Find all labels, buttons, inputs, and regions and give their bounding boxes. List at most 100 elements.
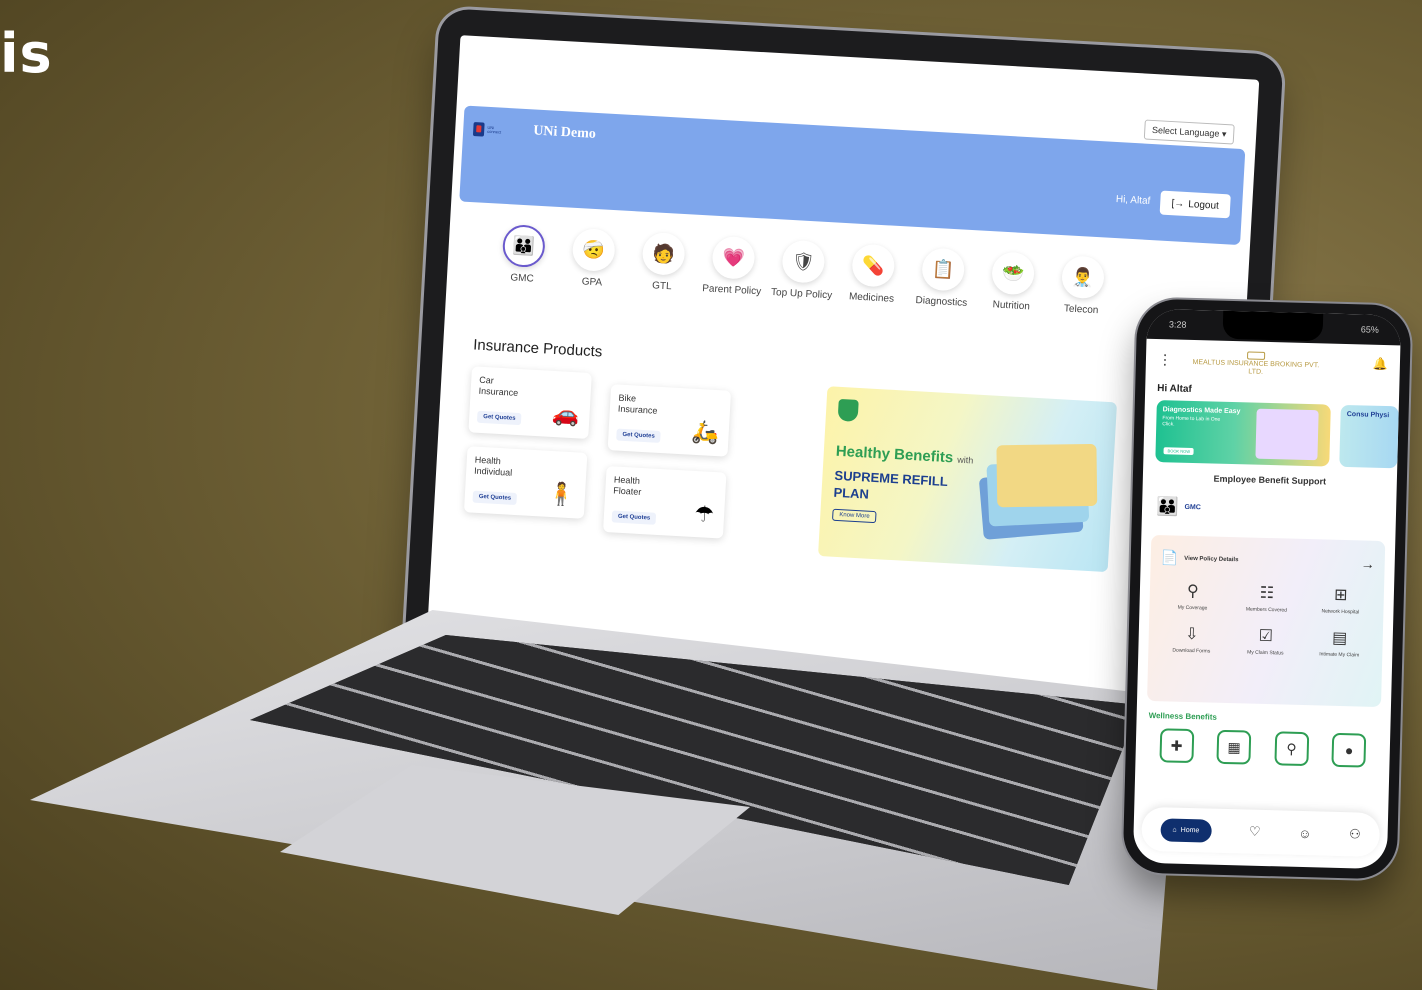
more-menu-icon[interactable]: ⋮ [1158, 351, 1172, 368]
insurance-products-title: Insurance Products [472, 336, 603, 361]
book-now-button[interactable]: BOOK NOW [1163, 447, 1195, 456]
person-icon: 🧑 [641, 231, 686, 277]
claim-status-icon: ☑ [1258, 627, 1274, 646]
category-strip: 👪 GMC 🤕 GPA 🧑 GTL 💗 Parent Policy 🛡 Top Up Po… [487, 223, 1119, 317]
policy-document-icon: 📄 [1160, 549, 1179, 566]
category-gtl[interactable]: 🧑 GTL [627, 231, 700, 294]
category-diagnostics[interactable]: 📋 Diagnostics [906, 247, 979, 310]
banner-headline-main: Healthy Benefits [835, 442, 954, 467]
health-cards-illustration [978, 437, 1100, 540]
heart-icon[interactable]: ♡ [1249, 824, 1261, 840]
logout-label: Logout [1188, 198, 1220, 212]
profile-icon[interactable]: ⚇ [1349, 826, 1361, 842]
app-header: UNi connect UNi Demo Select Language ▾ H… [459, 105, 1246, 246]
get-quotes-button[interactable]: Get Quotes [611, 510, 657, 525]
hospital-icon: ⊞ [1333, 586, 1348, 605]
network-hospital-button[interactable]: ⊞ Network Hospital [1303, 586, 1378, 617]
know-more-button[interactable]: Know More [831, 508, 877, 524]
intimate-my-claim-button[interactable]: ▤ Intimate My Claim [1302, 629, 1377, 660]
download-icon: ⇩ [1184, 625, 1199, 644]
banner-plan: SUPREME REFILL PLAN [833, 467, 948, 502]
my-claim-status-button[interactable]: ☑ My Claim Status [1228, 627, 1303, 658]
item-label: My Claim Status [1247, 649, 1284, 657]
category-label: Nutrition [992, 299, 1031, 313]
status-time: 3:28 [1168, 319, 1187, 330]
phone-banner-carousel[interactable]: Diagnostics Made Easy From Home to Lab i… [1155, 400, 1399, 469]
nutrition-apple-icon[interactable]: ● [1331, 732, 1367, 768]
category-label: Top Up Policy [770, 286, 833, 302]
category-telecon[interactable]: 👨‍⚕️ Telecon [1046, 254, 1119, 317]
bottom-nav: ⌂ Home ♡ ☺ ⚇ [1141, 806, 1381, 858]
app-title: UNi Demo [532, 123, 597, 142]
consult-banner[interactable]: Consu Physi [1339, 404, 1399, 469]
camera-notch [1222, 310, 1324, 342]
language-select-label: Select Language [1151, 124, 1220, 139]
accident-icon: 🤕 [571, 227, 616, 273]
category-label: Medicines [848, 291, 895, 305]
umbrella-family-icon: ☂ [693, 501, 715, 528]
gmc-label: GMC [1184, 503, 1201, 512]
product-card-bike[interactable]: Bike Insurance Get Quotes 🛵 [607, 384, 732, 457]
category-top-up-policy[interactable]: 🛡 Top Up Policy [766, 239, 839, 302]
support-icon[interactable]: ☺ [1298, 825, 1312, 840]
product-name: Car Insurance [478, 374, 519, 398]
members-icon: ☷ [1259, 584, 1275, 603]
hospital-building-icon[interactable]: ▦ [1216, 729, 1252, 765]
get-quotes-button[interactable]: Get Quotes [476, 410, 522, 426]
lab-search-icon[interactable]: ⚲ [1274, 731, 1310, 767]
bell-icon[interactable]: 🔔 [1373, 357, 1388, 371]
category-nutrition[interactable]: 🥗 Nutrition [976, 250, 1049, 313]
category-gmc[interactable]: 👪 GMC [487, 223, 560, 286]
health-person-icon: 🧍 [546, 480, 576, 508]
members-covered-button[interactable]: ☷ Members Covered [1229, 584, 1304, 615]
claim-icon: ▤ [1331, 629, 1348, 648]
product-name: Health Floater [613, 474, 642, 497]
nav-home[interactable]: ⌂ Home [1160, 817, 1212, 843]
report-icon: 📋 [921, 247, 966, 292]
phone-screen: 3:28 65% ⋮ MEALTUS INSURANCE BROKING PVT… [1132, 308, 1402, 870]
arrow-right-icon: → [1360, 554, 1375, 572]
family-icon: 👪 [1155, 496, 1179, 517]
category-parent-policy[interactable]: 💗 Parent Policy [696, 235, 769, 298]
category-medicines[interactable]: 💊 Medicines [836, 243, 909, 306]
policy-panel: 📄 View Policy Details → ⚲ My Coverage ☷ Me… [1147, 534, 1386, 708]
scooter-icon: 🛵 [690, 418, 720, 446]
phone: 3:28 65% ⋮ MEALTUS INSURANCE BROKING PVT… [1122, 298, 1412, 880]
product-card-health-floater[interactable]: Health Floater Get Quotes ☂ [603, 466, 727, 539]
diagnostics-banner[interactable]: Diagnostics Made Easy From Home to Lab i… [1155, 400, 1332, 467]
category-label: Parent Policy [701, 283, 762, 298]
nav-home-label: Home [1180, 826, 1200, 834]
gmc-selector[interactable]: 👪 GMC [1142, 482, 1397, 524]
banner-headline: Healthy Benefits with [835, 443, 973, 468]
wellness-icons: ✚ ▦ ⚲ ● [1135, 720, 1390, 769]
download-forms-button[interactable]: ⇩ Download Forms [1154, 625, 1229, 656]
promo-banner[interactable]: Healthy Benefits with SUPREME REFILL PLA… [818, 386, 1118, 573]
product-card-health-individual[interactable]: Health Individual Get Quotes 🧍 [463, 446, 588, 519]
product-name: Bike Insurance [617, 392, 658, 416]
item-label: My Coverage [1177, 604, 1208, 612]
car-icon: 🚗 [551, 400, 581, 428]
person-icon: ⚲ [1186, 582, 1199, 601]
policy-actions-grid: ⚲ My Coverage ☷ Members Covered ⊞ Network H… [1148, 566, 1384, 660]
diagnostics-illustration [1255, 408, 1319, 461]
product-name: Health Individual [473, 454, 513, 478]
product-card-car[interactable]: Car Insurance Get Quotes 🚗 [468, 366, 592, 439]
brand-mark-icon [1247, 351, 1266, 360]
logout-button[interactable]: [→ Logout [1159, 190, 1231, 219]
brand-logo: MEALTUS INSURANCE BROKING PVT. LTD. [1186, 350, 1327, 378]
heart-icon: 💗 [711, 235, 756, 280]
get-quotes-button[interactable]: Get Quotes [616, 428, 662, 443]
app-logo: UNi connect [472, 120, 508, 140]
phone-app-header: ⋮ MEALTUS INSURANCE BROKING PVT. LTD. 🔔 [1145, 339, 1400, 390]
logo-mark-icon [472, 122, 485, 137]
get-quotes-button[interactable]: Get Quotes [472, 490, 518, 506]
my-coverage-button[interactable]: ⚲ My Coverage [1155, 582, 1230, 613]
status-battery: 65% [1360, 324, 1379, 335]
category-label: GMC [510, 272, 534, 285]
banner-with: with [957, 454, 974, 466]
category-gpa[interactable]: 🤕 GPA [557, 227, 630, 290]
user-greeting: Hi, Altaf [1115, 194, 1151, 207]
shield-icon: 🛡 [781, 239, 826, 284]
teleconsult-icon[interactable]: ✚ [1159, 728, 1195, 764]
language-select[interactable]: Select Language ▾ [1143, 119, 1235, 145]
